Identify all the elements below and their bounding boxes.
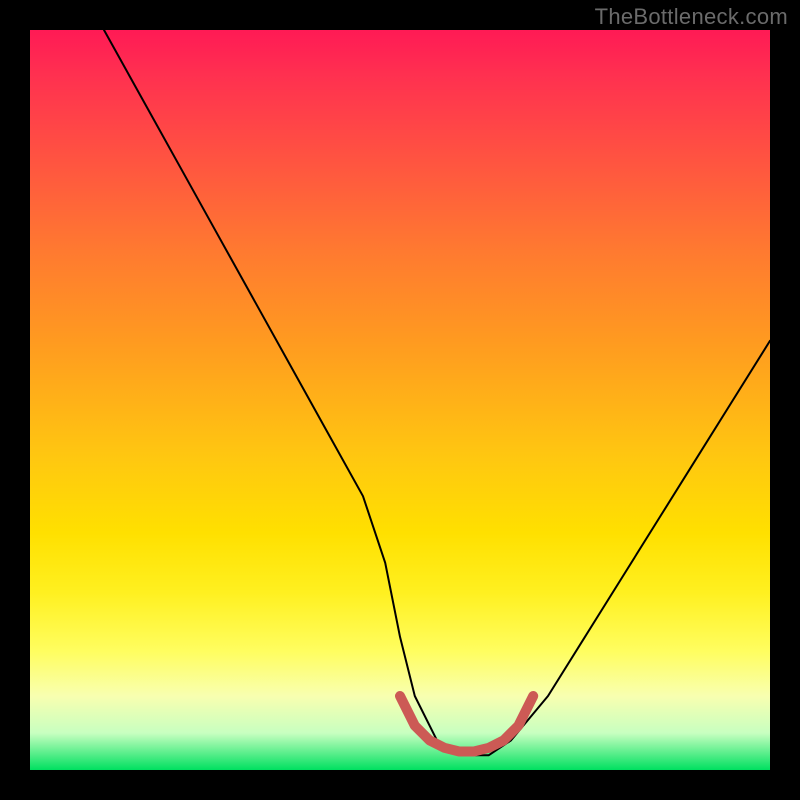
watermark-label: TheBottleneck.com [595,4,788,30]
chart-frame: TheBottleneck.com [0,0,800,800]
curve-layer [30,30,770,770]
plot-area [30,30,770,770]
bottleneck-curve [104,30,770,755]
